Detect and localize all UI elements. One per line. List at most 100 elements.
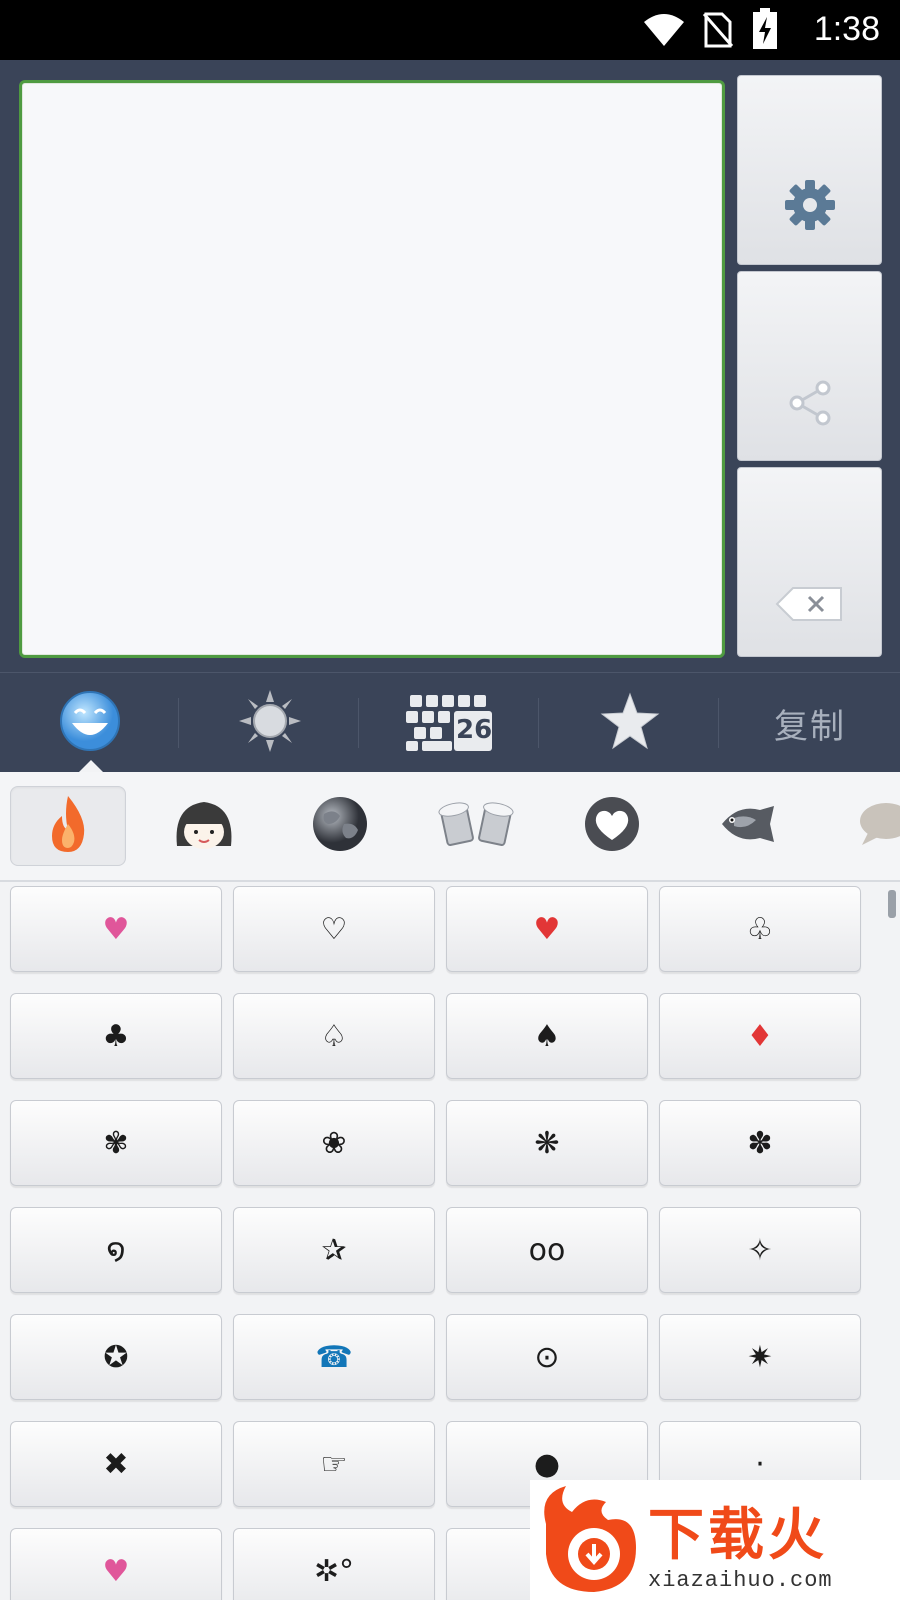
symbol-key-label: ☎ [315, 1339, 353, 1375]
symbol-key-label: ⊙ [534, 1339, 560, 1375]
tab-divider [178, 698, 179, 748]
tab-weather[interactable] [180, 673, 360, 773]
symbol-key[interactable]: ✖ [10, 1421, 222, 1507]
symbol-key-label: ✾ [103, 1125, 129, 1161]
symbol-key-label: ໑ [106, 1232, 126, 1268]
category-animals[interactable] [690, 786, 806, 866]
symbol-key[interactable]: ♦ [659, 993, 861, 1079]
symbol-key-label: ❀ [321, 1125, 347, 1161]
star-icon [600, 692, 660, 754]
symbol-key[interactable]: ❋ [446, 1100, 648, 1186]
symbol-key-label: ♠ [533, 1018, 561, 1054]
tab-keyboard[interactable]: 26 [360, 673, 540, 773]
symbol-key-label: ✪ [103, 1339, 129, 1375]
symbol-key[interactable]: ✧ [659, 1207, 861, 1293]
symbol-key[interactable]: ✰ [233, 1207, 435, 1293]
symbol-tab-bar: 26 复制 [0, 672, 900, 772]
symbol-key-label: ♦ [746, 1018, 774, 1054]
smiley-icon [58, 689, 122, 757]
symbol-key[interactable]: ✾ [10, 1100, 222, 1186]
symbol-key[interactable]: ♥ [10, 886, 222, 972]
symbol-key-label: ✲° [313, 1553, 355, 1589]
symbol-key[interactable]: ⊙ [446, 1314, 648, 1400]
symbol-key[interactable]: ♥ [10, 1528, 222, 1600]
tab-emoji[interactable] [0, 673, 180, 773]
symbol-key[interactable]: ☞ [233, 1421, 435, 1507]
girl-face-icon [171, 796, 237, 856]
symbol-key[interactable]: ໑ [10, 1207, 222, 1293]
tab-divider [538, 698, 539, 748]
symbol-key-label: ✽ [747, 1125, 773, 1161]
symbol-key-label: ✰ [321, 1232, 347, 1268]
watermark-url: xiazaihuo.com [648, 1568, 833, 1593]
symbol-key-label: ✖ [103, 1446, 129, 1482]
settings-button[interactable] [737, 75, 882, 265]
category-food[interactable] [418, 786, 534, 866]
symbol-key[interactable]: ♠ [446, 993, 648, 1079]
symbol-key-label: ♥ [533, 911, 561, 947]
symbol-key-label: ● [533, 1446, 561, 1482]
backspace-icon [775, 584, 845, 628]
backspace-button[interactable] [737, 467, 882, 657]
category-hot[interactable] [10, 786, 126, 866]
category-love[interactable] [554, 786, 670, 866]
wifi-icon [642, 12, 686, 52]
category-chat[interactable] [826, 786, 900, 866]
symbol-key-label: ✷ [747, 1339, 773, 1375]
symbol-key[interactable]: ♧ [659, 886, 861, 972]
watermark-logo-icon [536, 1484, 644, 1600]
battery-charging-icon [752, 8, 778, 54]
symbol-key-label: ♧ [746, 911, 774, 947]
symbol-key[interactable]: ✪ [10, 1314, 222, 1400]
symbol-key[interactable]: ♤ [233, 993, 435, 1079]
no-sim-icon [702, 12, 734, 52]
globe-icon [310, 794, 370, 858]
speech-bubble-icon [854, 799, 900, 853]
symbol-key-label: ♥ [102, 1553, 130, 1589]
heart-outline-icon [582, 794, 642, 858]
watermark-title: 下载火 [648, 1503, 828, 1568]
symbol-key-label: ✧ [747, 1232, 773, 1268]
category-travel[interactable] [282, 786, 398, 866]
copy-button[interactable]: 复制 [720, 673, 900, 773]
symbol-key[interactable]: ♣ [10, 993, 222, 1079]
symbol-key-label: ❋ [534, 1125, 560, 1161]
symbol-key-label: ☞ [320, 1446, 348, 1482]
symbol-key[interactable]: ☎ [233, 1314, 435, 1400]
gear-icon [783, 178, 837, 236]
copy-label: 复制 [774, 706, 846, 747]
status-bar: 1:38 [0, 0, 900, 60]
beer-mugs-icon [438, 797, 514, 855]
symbol-key[interactable]: oo [446, 1207, 648, 1293]
category-faces[interactable] [146, 786, 262, 866]
symbol-key-label: oo [528, 1232, 566, 1268]
editor-panel [0, 60, 900, 672]
symbol-key[interactable]: ✲° [233, 1528, 435, 1600]
tab-divider [358, 698, 359, 748]
symbol-key-label: ♤ [320, 1018, 348, 1054]
text-input-area[interactable] [19, 80, 725, 658]
flame-icon [46, 794, 90, 858]
symbol-key[interactable]: ❀ [233, 1100, 435, 1186]
symbol-key[interactable]: ♥ [446, 886, 648, 972]
grid-scrollbar[interactable] [888, 890, 896, 918]
tab-divider [718, 698, 719, 748]
keyboard-badge: 26 [456, 715, 493, 745]
symbol-key-label: ♡ [320, 911, 348, 947]
share-button[interactable] [737, 271, 882, 461]
category-row [0, 772, 900, 882]
fish-icon [718, 802, 778, 850]
status-time: 1:38 [813, 10, 880, 48]
symbol-key[interactable]: ✽ [659, 1100, 861, 1186]
symbol-key[interactable]: ♡ [233, 886, 435, 972]
symbol-key-label: · [755, 1446, 765, 1482]
watermark: 下载火 xiazaihuo.com [530, 1480, 900, 1600]
sun-icon [237, 688, 303, 758]
symbol-key[interactable]: ✷ [659, 1314, 861, 1400]
active-tab-indicator [79, 760, 103, 772]
symbol-key-label: ♥ [102, 911, 130, 947]
tab-favorites[interactable] [540, 673, 720, 773]
keyboard-26-icon: 26 [406, 693, 494, 753]
share-icon [787, 378, 833, 432]
symbol-key-label: ♣ [102, 1018, 130, 1054]
